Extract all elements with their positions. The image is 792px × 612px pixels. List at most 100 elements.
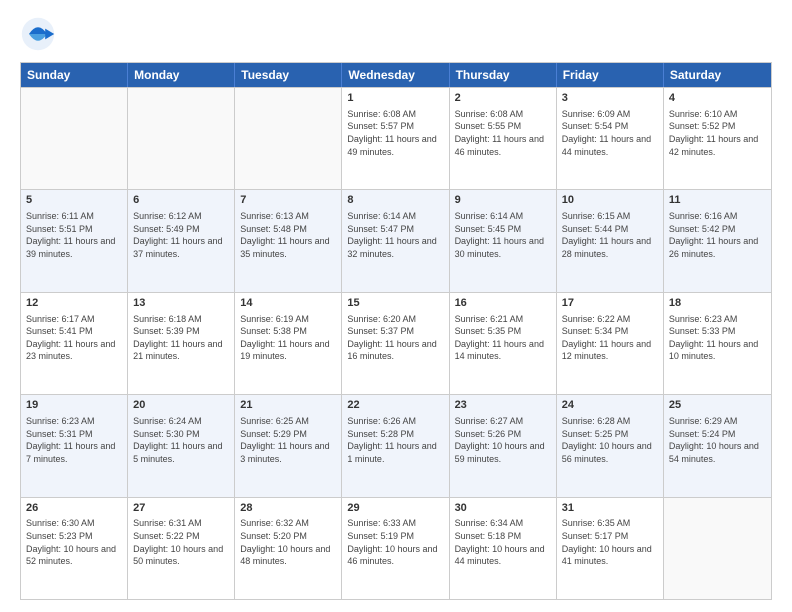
- calendar-cell-2-1: 13 Sunrise: 6:18 AM Sunset: 5:39 PM Dayli…: [128, 293, 235, 394]
- calendar-cell-2-2: 14 Sunrise: 6:19 AM Sunset: 5:38 PM Dayli…: [235, 293, 342, 394]
- calendar-cell-4-3: 29Sunrise: 6:33 AM Sunset: 5:19 PM Dayli…: [342, 498, 449, 599]
- day-number: 26: [26, 501, 122, 516]
- calendar-cell-3-6: 25 Sunrise: 6:29 AM Sunset: 5:24 PM Dayli…: [664, 395, 771, 496]
- day-number: 1: [347, 91, 443, 106]
- day-info: Sunrise: 6:14 AM Sunset: 5:45 PM Dayligh…: [455, 210, 551, 260]
- day-info: Sunrise: 6:08 AM Sunset: 5:57 PM Dayligh…: [347, 108, 443, 158]
- header: [20, 16, 772, 52]
- page: SundayMondayTuesdayWednesdayThursdayFrid…: [0, 0, 792, 612]
- weekday-header-friday: Friday: [557, 63, 664, 87]
- day-info: Sunrise: 6:30 AM Sunset: 5:23 PM Dayligh…: [26, 517, 122, 567]
- day-info: Sunrise: 6:11 AM Sunset: 5:51 PM Dayligh…: [26, 210, 122, 260]
- day-info: Sunrise: 6:16 AM Sunset: 5:42 PM Dayligh…: [669, 210, 766, 260]
- calendar-cell-4-1: 27Sunrise: 6:31 AM Sunset: 5:22 PM Dayli…: [128, 498, 235, 599]
- calendar-cell-1-3: 8 Sunrise: 6:14 AM Sunset: 5:47 PM Daylig…: [342, 190, 449, 291]
- calendar-cell-2-4: 16 Sunrise: 6:21 AM Sunset: 5:35 PM Dayli…: [450, 293, 557, 394]
- calendar-cell-2-3: 15 Sunrise: 6:20 AM Sunset: 5:37 PM Dayli…: [342, 293, 449, 394]
- day-info: Sunrise: 6:21 AM Sunset: 5:35 PM Dayligh…: [455, 313, 551, 363]
- day-number: 23: [455, 398, 551, 413]
- calendar-cell-0-2: [235, 88, 342, 189]
- day-number: 15: [347, 296, 443, 311]
- day-number: 18: [669, 296, 766, 311]
- calendar-row-2: 12Sunrise: 6:17 AM Sunset: 5:41 PM Dayli…: [21, 292, 771, 394]
- day-number: 8: [347, 193, 443, 208]
- day-number: 12: [26, 296, 122, 311]
- day-info: Sunrise: 6:33 AM Sunset: 5:19 PM Dayligh…: [347, 517, 443, 567]
- day-number: 16: [455, 296, 551, 311]
- calendar-row-3: 19 Sunrise: 6:23 AM Sunset: 5:31 PM Dayli…: [21, 394, 771, 496]
- day-info: Sunrise: 6:32 AM Sunset: 5:20 PM Dayligh…: [240, 517, 336, 567]
- day-number: 11: [669, 193, 766, 208]
- calendar-cell-0-5: 3 Sunrise: 6:09 AM Sunset: 5:54 PM Daylig…: [557, 88, 664, 189]
- weekday-header-tuesday: Tuesday: [235, 63, 342, 87]
- calendar-cell-4-6: [664, 498, 771, 599]
- day-info: Sunrise: 6:19 AM Sunset: 5:38 PM Dayligh…: [240, 313, 336, 363]
- day-info: Sunrise: 6:23 AM Sunset: 5:31 PM Dayligh…: [26, 415, 122, 465]
- calendar-header: SundayMondayTuesdayWednesdayThursdayFrid…: [21, 63, 771, 87]
- day-number: 29: [347, 501, 443, 516]
- day-number: 7: [240, 193, 336, 208]
- day-info: Sunrise: 6:28 AM Sunset: 5:25 PM Dayligh…: [562, 415, 658, 465]
- calendar-cell-0-1: [128, 88, 235, 189]
- day-info: Sunrise: 6:24 AM Sunset: 5:30 PM Dayligh…: [133, 415, 229, 465]
- day-number: 3: [562, 91, 658, 106]
- calendar-cell-4-0: 26Sunrise: 6:30 AM Sunset: 5:23 PM Dayli…: [21, 498, 128, 599]
- day-number: 28: [240, 501, 336, 516]
- day-number: 13: [133, 296, 229, 311]
- day-info: Sunrise: 6:22 AM Sunset: 5:34 PM Dayligh…: [562, 313, 658, 363]
- calendar-cell-1-0: 5 Sunrise: 6:11 AM Sunset: 5:51 PM Daylig…: [21, 190, 128, 291]
- day-number: 20: [133, 398, 229, 413]
- calendar-cell-2-5: 17 Sunrise: 6:22 AM Sunset: 5:34 PM Dayli…: [557, 293, 664, 394]
- calendar-cell-3-5: 24 Sunrise: 6:28 AM Sunset: 5:25 PM Dayli…: [557, 395, 664, 496]
- calendar-cell-1-2: 7 Sunrise: 6:13 AM Sunset: 5:48 PM Daylig…: [235, 190, 342, 291]
- day-number: 22: [347, 398, 443, 413]
- calendar-cell-4-4: 30Sunrise: 6:34 AM Sunset: 5:18 PM Dayli…: [450, 498, 557, 599]
- calendar-row-4: 26Sunrise: 6:30 AM Sunset: 5:23 PM Dayli…: [21, 497, 771, 599]
- day-info: Sunrise: 6:34 AM Sunset: 5:18 PM Dayligh…: [455, 517, 551, 567]
- calendar-cell-3-3: 22 Sunrise: 6:26 AM Sunset: 5:28 PM Dayli…: [342, 395, 449, 496]
- logo-icon: [20, 16, 56, 52]
- day-number: 30: [455, 501, 551, 516]
- day-info: Sunrise: 6:25 AM Sunset: 5:29 PM Dayligh…: [240, 415, 336, 465]
- weekday-header-sunday: Sunday: [21, 63, 128, 87]
- day-number: 5: [26, 193, 122, 208]
- day-number: 24: [562, 398, 658, 413]
- day-info: Sunrise: 6:18 AM Sunset: 5:39 PM Dayligh…: [133, 313, 229, 363]
- day-info: Sunrise: 6:23 AM Sunset: 5:33 PM Dayligh…: [669, 313, 766, 363]
- day-number: 19: [26, 398, 122, 413]
- day-info: Sunrise: 6:14 AM Sunset: 5:47 PM Dayligh…: [347, 210, 443, 260]
- day-info: Sunrise: 6:12 AM Sunset: 5:49 PM Dayligh…: [133, 210, 229, 260]
- day-info: Sunrise: 6:26 AM Sunset: 5:28 PM Dayligh…: [347, 415, 443, 465]
- logo: [20, 16, 62, 52]
- day-info: Sunrise: 6:29 AM Sunset: 5:24 PM Dayligh…: [669, 415, 766, 465]
- calendar-cell-0-0: [21, 88, 128, 189]
- day-info: Sunrise: 6:13 AM Sunset: 5:48 PM Dayligh…: [240, 210, 336, 260]
- day-number: 9: [455, 193, 551, 208]
- calendar-cell-0-4: 2Sunrise: 6:08 AM Sunset: 5:55 PM Daylig…: [450, 88, 557, 189]
- day-number: 6: [133, 193, 229, 208]
- day-info: Sunrise: 6:35 AM Sunset: 5:17 PM Dayligh…: [562, 517, 658, 567]
- calendar-body: 1 Sunrise: 6:08 AM Sunset: 5:57 PM Daylig…: [21, 87, 771, 599]
- day-number: 25: [669, 398, 766, 413]
- calendar-cell-1-1: 6 Sunrise: 6:12 AM Sunset: 5:49 PM Daylig…: [128, 190, 235, 291]
- calendar-cell-1-6: 11 Sunrise: 6:16 AM Sunset: 5:42 PM Dayli…: [664, 190, 771, 291]
- calendar-cell-4-5: 31Sunrise: 6:35 AM Sunset: 5:17 PM Dayli…: [557, 498, 664, 599]
- calendar-cell-3-2: 21Sunrise: 6:25 AM Sunset: 5:29 PM Dayli…: [235, 395, 342, 496]
- calendar-cell-3-1: 20 Sunrise: 6:24 AM Sunset: 5:30 PM Dayli…: [128, 395, 235, 496]
- calendar-cell-0-6: 4Sunrise: 6:10 AM Sunset: 5:52 PM Daylig…: [664, 88, 771, 189]
- day-info: Sunrise: 6:08 AM Sunset: 5:55 PM Dayligh…: [455, 108, 551, 158]
- day-info: Sunrise: 6:15 AM Sunset: 5:44 PM Dayligh…: [562, 210, 658, 260]
- calendar-cell-3-4: 23 Sunrise: 6:27 AM Sunset: 5:26 PM Dayli…: [450, 395, 557, 496]
- calendar-row-0: 1 Sunrise: 6:08 AM Sunset: 5:57 PM Daylig…: [21, 87, 771, 189]
- day-number: 17: [562, 296, 658, 311]
- weekday-header-thursday: Thursday: [450, 63, 557, 87]
- calendar-cell-0-3: 1 Sunrise: 6:08 AM Sunset: 5:57 PM Daylig…: [342, 88, 449, 189]
- weekday-header-wednesday: Wednesday: [342, 63, 449, 87]
- day-info: Sunrise: 6:09 AM Sunset: 5:54 PM Dayligh…: [562, 108, 658, 158]
- day-number: 31: [562, 501, 658, 516]
- day-number: 14: [240, 296, 336, 311]
- calendar-cell-2-0: 12Sunrise: 6:17 AM Sunset: 5:41 PM Dayli…: [21, 293, 128, 394]
- calendar-cell-1-5: 10Sunrise: 6:15 AM Sunset: 5:44 PM Dayli…: [557, 190, 664, 291]
- day-info: Sunrise: 6:27 AM Sunset: 5:26 PM Dayligh…: [455, 415, 551, 465]
- day-info: Sunrise: 6:20 AM Sunset: 5:37 PM Dayligh…: [347, 313, 443, 363]
